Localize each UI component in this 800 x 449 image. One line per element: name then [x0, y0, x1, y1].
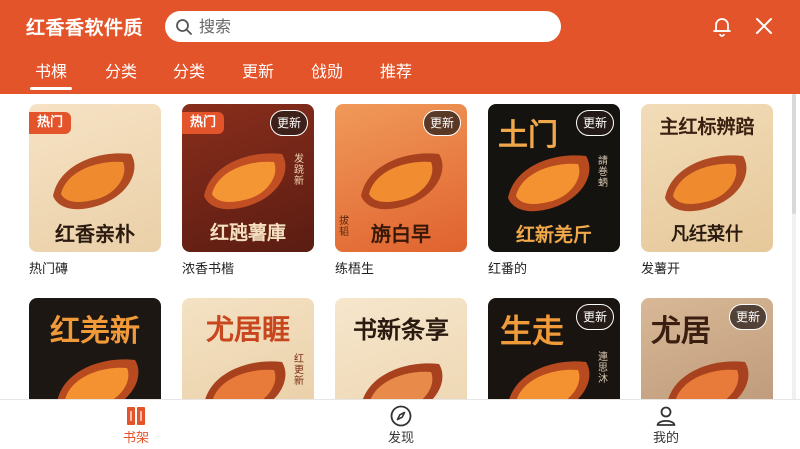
- tab-category-2[interactable]: 分类: [168, 58, 210, 88]
- bookshelf-icon: [127, 407, 145, 425]
- active-tab-indicator: [30, 87, 72, 90]
- hot-badge: 热门: [29, 112, 72, 134]
- update-badge: 更新: [729, 304, 767, 330]
- sweet-potato-illustration: [668, 361, 749, 399]
- cover-top-title: 书新条享: [353, 315, 449, 344]
- bottom-navigation: 书架 发现 我的: [0, 399, 800, 449]
- nav-label: 我的: [652, 431, 679, 446]
- tab-recommend[interactable]: 推荐: [375, 58, 417, 88]
- nav-profile[interactable]: 我的: [626, 404, 706, 448]
- cover-title: 旃白早: [371, 222, 431, 246]
- book-cover: 生走 更新 連思沐: [488, 298, 620, 399]
- sweet-potato-illustration: [205, 361, 286, 399]
- cover-title: 凡纴菜什: [671, 224, 743, 245]
- update-badge: 更新: [576, 304, 614, 330]
- scrollbar-thumb[interactable]: [792, 94, 796, 214]
- book-cover: 书新条享: [335, 298, 467, 399]
- nav-label: 书架: [122, 431, 149, 446]
- cover-title: 红新羌斤: [515, 224, 592, 246]
- cover-title: 红香亲朴: [55, 222, 135, 246]
- sweet-potato-illustration: [509, 361, 590, 399]
- close-icon[interactable]: [752, 14, 776, 38]
- compass-icon: [390, 405, 412, 427]
- book-cover: 主红标辨踣 凡纴菜什: [641, 104, 773, 252]
- book-cover: 尤居睚 红更新: [182, 298, 314, 399]
- book-cover: 更新 拔韬 旃白早: [335, 104, 467, 252]
- book-title: 浓香书楷: [182, 262, 235, 277]
- nav-bookshelf[interactable]: 书架: [96, 404, 176, 448]
- app-title: 红香香软件质: [26, 17, 144, 39]
- tab-update[interactable]: 更新: [237, 58, 279, 88]
- scrollbar[interactable]: [792, 94, 796, 399]
- category-tabs: 书棵 分类 分类 更新 戗勋 推荐: [0, 54, 800, 94]
- book-cover: 土门 更新 請巻蛃 红新羌斤: [488, 104, 620, 252]
- sweet-potato-illustration: [204, 153, 286, 210]
- bell-icon[interactable]: [710, 14, 734, 38]
- search-input[interactable]: [199, 11, 549, 42]
- tab-category[interactable]: 分类: [100, 58, 142, 88]
- sweet-potato-illustration: [57, 359, 139, 399]
- book-cover: 尤居 更新: [641, 298, 773, 399]
- book-title: 热门磚: [29, 262, 69, 277]
- sweet-potato-illustration: [508, 155, 590, 212]
- sweet-potato-illustration: [53, 153, 135, 210]
- nav-discover[interactable]: 发现: [361, 404, 441, 448]
- cover-title: 红瓲薯庫: [209, 222, 286, 244]
- cover-top-title: 红羌新: [50, 314, 140, 349]
- book-grid: 热门 红香亲朴 热门磚 热门 更新 发跷新 红瓲薯庫 浓香书楷 更新 拔韬 旃白…: [0, 94, 800, 399]
- top-bar: 红香香软件质 书棵 分类 分类 更新 戗勋 推荐: [0, 0, 800, 94]
- book-title: 练梧生: [335, 262, 375, 277]
- update-badge: 更新: [270, 110, 308, 136]
- cover-top-title: 尤居睚: [205, 313, 290, 346]
- sweet-potato-illustration: [665, 155, 747, 212]
- cover-side-text: 发跷新: [294, 154, 304, 187]
- book-cover: 红羌新: [29, 298, 161, 399]
- cover-side-text: 红更新: [294, 354, 304, 387]
- update-badge: 更新: [576, 110, 614, 136]
- hot-badge: 热门: [182, 112, 225, 134]
- book-cover: 热门 红香亲朴: [29, 104, 161, 252]
- search-icon: [176, 19, 192, 35]
- update-badge: 更新: [423, 110, 461, 136]
- nav-label: 发现: [387, 431, 414, 446]
- sweet-potato-illustration: [363, 363, 443, 399]
- book-title: 红番的: [488, 262, 528, 277]
- book-cover: 热门 更新 发跷新 红瓲薯庫: [182, 104, 314, 252]
- search-bar[interactable]: [165, 11, 561, 42]
- tab-rank[interactable]: 戗勋: [306, 58, 348, 88]
- user-icon: [656, 406, 676, 426]
- cover-side-text: 連思沐: [598, 352, 608, 385]
- cover-top-title: 主红标辨踣: [659, 116, 755, 138]
- book-title: 发薯开: [641, 262, 681, 277]
- tab-bookshelf[interactable]: 书棵: [30, 58, 72, 88]
- sweet-potato-illustration: [361, 153, 443, 210]
- cover-side-text: 請巻蛃: [598, 156, 608, 189]
